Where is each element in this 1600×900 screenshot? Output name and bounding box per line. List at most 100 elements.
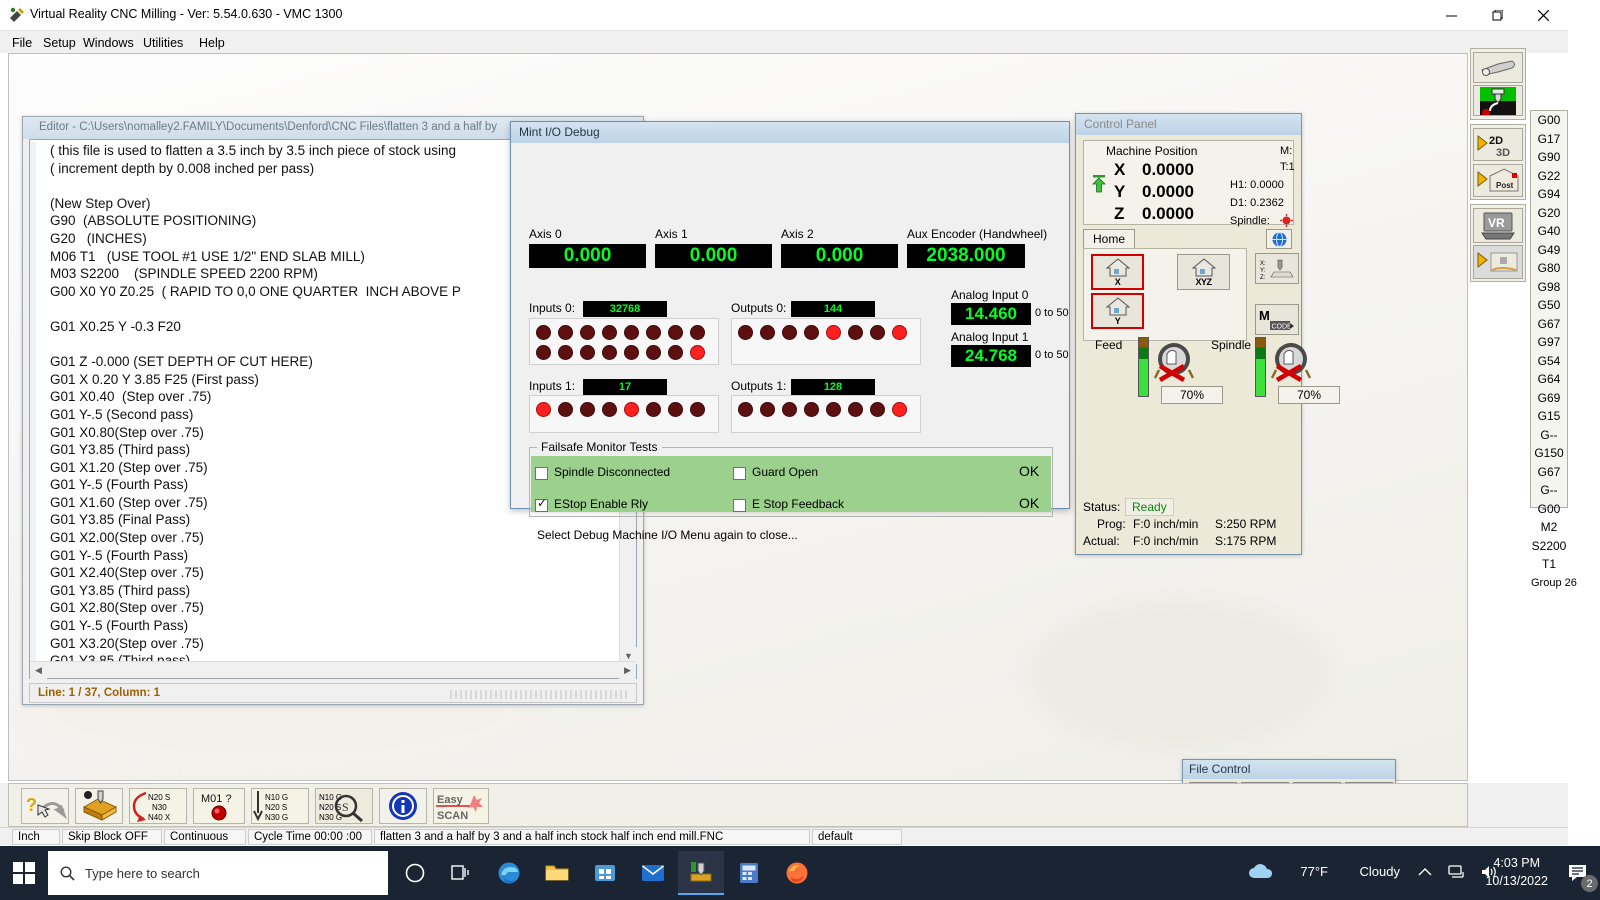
d1-offset: D1: 0.2362 bbox=[1230, 197, 1284, 209]
io-led bbox=[580, 345, 595, 360]
maximize-button[interactable] bbox=[1474, 0, 1520, 31]
file-control-title-bar[interactable]: File Control bbox=[1183, 760, 1395, 779]
m01-optional-stop-icon[interactable]: M01 ? bbox=[193, 788, 245, 824]
right-toolbar-group-2: 2D 3D Post bbox=[1470, 124, 1526, 200]
outputs-0-label: Outputs 0: bbox=[731, 301, 787, 315]
svg-text:Easy: Easy bbox=[437, 794, 464, 806]
home-xyz-button[interactable]: XYZ bbox=[1177, 254, 1230, 290]
scroll-right-arrow-icon[interactable]: ▶ bbox=[619, 662, 636, 679]
checkbox-estop-feedback[interactable] bbox=[733, 499, 746, 512]
notifications-button[interactable]: 2 bbox=[1566, 860, 1598, 892]
machine-setup-icon[interactable] bbox=[1473, 85, 1523, 116]
outputs-1-value: 128 bbox=[791, 379, 875, 395]
checkbox-spindle-disconnected[interactable] bbox=[535, 467, 548, 480]
task-view-icon[interactable] bbox=[438, 851, 484, 895]
gcode-item: G67 bbox=[1537, 316, 1561, 331]
menu-item-utilities[interactable]: Utilities bbox=[136, 34, 190, 52]
right-toolbar-group-3: VR bbox=[1470, 204, 1526, 282]
io-led bbox=[624, 325, 639, 340]
control-panel-title-bar[interactable]: Control Panel bbox=[1076, 114, 1301, 135]
firefox-icon[interactable] bbox=[774, 851, 820, 895]
menu-item-file[interactable]: File bbox=[5, 34, 39, 52]
editor-horizontal-scrollbar[interactable]: ◀ ▶ bbox=[30, 661, 636, 679]
start-button[interactable] bbox=[0, 846, 48, 900]
tool-label: T:1 bbox=[1280, 161, 1295, 173]
feed-override-knob-icon[interactable] bbox=[1151, 340, 1195, 384]
play-sim-icon[interactable] bbox=[1473, 245, 1523, 279]
clock-date: 10/13/2022 bbox=[1485, 874, 1548, 888]
application-window: Virtual Reality CNC Milling - Ver: 5.54.… bbox=[0, 0, 1577, 845]
active-gcode-list[interactable]: G00 G17 G90 G22 G94 G20 G40 G49 G80 G98 … bbox=[1530, 110, 1577, 589]
mint-io-debug-dialog: Mint I/O Debug Axis 0 0.000 Axis 1 0.000… bbox=[510, 121, 1070, 542]
scroll-left-arrow-icon[interactable]: ◀ bbox=[30, 662, 47, 679]
control-panel-tab-row: Home bbox=[1083, 229, 1294, 249]
store-icon[interactable] bbox=[582, 851, 628, 895]
svg-text:N30 G: N30 G bbox=[265, 813, 288, 822]
mint-dialog-title-bar[interactable]: Mint I/O Debug bbox=[511, 122, 1069, 143]
io-led bbox=[738, 402, 753, 417]
search-input[interactable]: Type here to search bbox=[48, 851, 388, 895]
home-buttons-box: X Y XYZ bbox=[1083, 248, 1247, 341]
file-explorer-icon[interactable] bbox=[534, 851, 580, 895]
menu-item-windows[interactable]: Windows bbox=[76, 34, 141, 52]
svg-text:Y:: Y: bbox=[1260, 268, 1266, 274]
analog-0-range: 0 to 50 bbox=[1035, 307, 1069, 319]
checkbox-estop-enable-rly[interactable] bbox=[535, 496, 548, 512]
mail-icon[interactable] bbox=[630, 851, 676, 895]
svg-text:N30: N30 bbox=[152, 803, 167, 812]
block-down-icon[interactable]: N10 G N20 S N30 G bbox=[251, 788, 309, 824]
2d3d-icon[interactable]: 2D 3D bbox=[1473, 128, 1523, 161]
block-search-icon[interactable]: N10 G N20 S N30 G S bbox=[315, 788, 373, 824]
post-icon[interactable]: Post bbox=[1473, 164, 1523, 197]
io-led bbox=[646, 325, 661, 340]
axis-2-value: 0.000 bbox=[781, 244, 898, 268]
axis-y-name: Y bbox=[1114, 182, 1126, 201]
calculator-icon[interactable] bbox=[726, 851, 772, 895]
home-x-button[interactable]: X bbox=[1091, 254, 1144, 290]
n20-n30-n40-icon[interactable]: N20 S N30 N40 X bbox=[129, 788, 187, 824]
gcode-item: G50 bbox=[1537, 298, 1561, 312]
checkbox-guard-open[interactable] bbox=[733, 467, 746, 480]
feed-override-bar[interactable] bbox=[1138, 337, 1149, 397]
info-icon[interactable] bbox=[379, 788, 427, 824]
machine-position-header: Machine Position bbox=[1106, 144, 1198, 158]
cnc-milling-icon[interactable] bbox=[678, 851, 724, 895]
clock[interactable]: 4:03 PM 10/13/2022 bbox=[1485, 854, 1548, 890]
axis-z-value: 0.0000 bbox=[1142, 204, 1194, 223]
spindle-override-knob-icon[interactable] bbox=[1268, 340, 1312, 384]
gcode-item: T1 bbox=[1541, 557, 1556, 571]
editor-resize-grip[interactable] bbox=[450, 690, 630, 699]
spindle-override-bar[interactable] bbox=[1255, 337, 1266, 397]
home-x-label: X bbox=[1114, 277, 1121, 287]
stock-setup-icon[interactable] bbox=[75, 788, 123, 824]
clock-time: 4:03 PM bbox=[1493, 856, 1540, 870]
cortana-icon[interactable] bbox=[392, 851, 438, 895]
io-led bbox=[738, 325, 753, 340]
analog-0-value: 14.460 bbox=[951, 303, 1031, 325]
svg-text:CODE: CODE bbox=[1272, 323, 1293, 330]
network-icon[interactable] bbox=[1448, 864, 1466, 883]
window-title: Virtual Reality CNC Milling - Ver: 5.54.… bbox=[30, 7, 343, 21]
analog-1-range: 0 to 50 bbox=[1035, 349, 1069, 361]
easy-scan-icon[interactable]: Easy SCAN bbox=[433, 788, 489, 824]
spanner-icon[interactable] bbox=[1473, 52, 1523, 83]
close-button[interactable] bbox=[1520, 0, 1566, 31]
gcode-item: G94 bbox=[1537, 187, 1561, 201]
mcode-icon[interactable]: M CODE bbox=[1255, 304, 1299, 335]
home-y-button[interactable]: Y bbox=[1091, 293, 1144, 329]
help-globe-icon[interactable] bbox=[1266, 229, 1292, 249]
inputs-1-led-box bbox=[529, 395, 719, 433]
io-led bbox=[536, 325, 551, 340]
gcode-item: G90 bbox=[1537, 150, 1561, 164]
xyz-datum-icon[interactable]: X: Y: Z: bbox=[1255, 253, 1299, 284]
chevron-up-icon[interactable] bbox=[1418, 866, 1432, 880]
vr-icon[interactable]: VR bbox=[1473, 208, 1523, 243]
help-cursor-icon[interactable]: ? bbox=[21, 788, 69, 824]
prog-label: Prog: bbox=[1097, 517, 1126, 531]
edge-icon[interactable] bbox=[486, 851, 532, 895]
mint-close-hint: Select Debug Machine I/O Menu again to c… bbox=[537, 528, 798, 542]
minimize-button[interactable] bbox=[1428, 0, 1474, 31]
tab-home[interactable]: Home bbox=[1083, 229, 1136, 249]
menu-item-help[interactable]: Help bbox=[192, 34, 232, 52]
gcode-item: G69 bbox=[1537, 390, 1561, 405]
